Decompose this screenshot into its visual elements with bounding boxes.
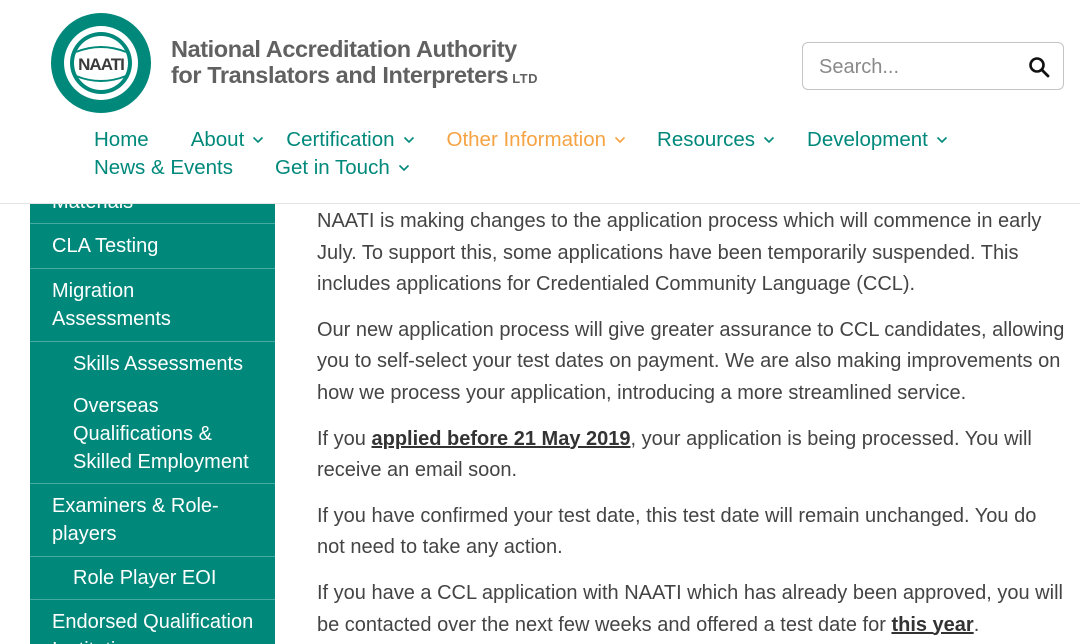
nav-item-label: Development bbox=[807, 128, 928, 151]
chevron-down-icon bbox=[614, 136, 626, 144]
sidebar-item-role-player-eoi[interactable]: Role Player EOI bbox=[30, 557, 275, 600]
sidebar-item-overseas-qualifications[interactable]: Overseas Qualifications & Skilled Employ… bbox=[30, 385, 275, 484]
sidebar: Materials CLA Testing Migration Assessme… bbox=[30, 150, 275, 644]
paragraph-intro: NAATI is making changes to the applicati… bbox=[317, 210, 1042, 296]
paragraph-text: . bbox=[973, 613, 980, 636]
nav-item-resources[interactable]: Resources bbox=[657, 128, 775, 152]
nav-item-label: Other Information bbox=[446, 128, 607, 151]
sidebar-item-endorsed-qualification[interactable]: Endorsed Qualification Institutions bbox=[30, 600, 275, 644]
org-name-line2: for Translators and Interpreters bbox=[171, 62, 509, 88]
organisation-name: National Accreditation Authority for Tra… bbox=[171, 36, 538, 92]
sidebar-item-label: CLA Testing bbox=[52, 235, 159, 257]
search-icon[interactable] bbox=[1027, 55, 1051, 79]
nav-row-primary: Home About Certification Other Information R… bbox=[94, 126, 994, 154]
sidebar-item-cla-testing[interactable]: CLA Testing bbox=[30, 224, 275, 269]
sidebar-item-label: Migration Assessments bbox=[52, 280, 171, 330]
main-content: NAATI is making changes to the applicati… bbox=[317, 206, 1067, 644]
chevron-down-icon bbox=[253, 136, 264, 144]
chevron-down-icon bbox=[403, 136, 414, 144]
sidebar-item-examiners-role-players[interactable]: Examiners & Role-players bbox=[30, 484, 275, 557]
nav-item-label: Home bbox=[94, 128, 149, 151]
svg-text:NAATI: NAATI bbox=[78, 55, 124, 74]
org-name-suffix: LTD bbox=[512, 71, 538, 86]
search-input[interactable] bbox=[819, 53, 1019, 81]
nav-item-label: Certification bbox=[286, 128, 395, 151]
sidebar-item-migration-assessments[interactable]: Migration Assessments bbox=[30, 269, 275, 342]
sidebar-item-label: Overseas Qualifications & Skilled Employ… bbox=[73, 395, 249, 473]
applied-before-link[interactable]: applied before 21 May 2019 bbox=[371, 428, 630, 450]
main-navigation: Home About Certification Other Information R… bbox=[94, 126, 994, 182]
nav-item-label: News & Events bbox=[94, 156, 233, 179]
nav-item-about[interactable]: About bbox=[191, 128, 265, 152]
nav-item-other-information[interactable]: Other Information bbox=[447, 128, 627, 152]
chevron-down-icon bbox=[936, 136, 947, 144]
chevron-down-icon bbox=[763, 136, 775, 144]
nav-item-news-events[interactable]: News & Events bbox=[94, 156, 233, 180]
paragraph-text: If you bbox=[317, 427, 372, 450]
sidebar-item-label: Role Player EOI bbox=[73, 567, 217, 589]
paragraph-applied-before: If you applied before 21 May 2019, your … bbox=[317, 424, 1067, 487]
nav-item-home[interactable]: Home bbox=[94, 128, 149, 152]
sidebar-item-label: Endorsed Qualification Institutions bbox=[52, 611, 254, 644]
this-year-link[interactable]: this year bbox=[891, 614, 973, 636]
paragraph-approved-application: If you have a CCL application with NAATI… bbox=[317, 578, 1067, 641]
sidebar-item-label: Examiners & Role-players bbox=[52, 495, 219, 545]
search-box bbox=[802, 42, 1064, 90]
nav-item-label: Get in Touch bbox=[275, 156, 390, 179]
naati-logo: NAATI bbox=[51, 13, 151, 113]
org-name-line1: National Accreditation Authority bbox=[171, 36, 517, 62]
sidebar-item-label: Skills Assessments bbox=[73, 353, 244, 375]
nav-item-development[interactable]: Development bbox=[807, 128, 948, 152]
sidebar-item-skills-assessments[interactable]: Skills Assessments bbox=[30, 342, 275, 385]
nav-item-label: Resources bbox=[657, 128, 756, 151]
nav-item-certification[interactable]: Certification bbox=[286, 128, 414, 152]
nav-item-label: About bbox=[190, 128, 245, 151]
site-header: NAATI National Accreditation Authority f… bbox=[0, 0, 1080, 204]
nav-item-get-in-touch[interactable]: Get in Touch bbox=[275, 156, 410, 180]
chevron-down-icon bbox=[398, 164, 409, 172]
nav-row-secondary: News & Events Get in Touch bbox=[94, 154, 994, 182]
paragraph-new-process: Our new application process will give gr… bbox=[317, 318, 1065, 404]
paragraph-confirmed-date: If you have confirmed your test date, th… bbox=[317, 504, 1037, 559]
